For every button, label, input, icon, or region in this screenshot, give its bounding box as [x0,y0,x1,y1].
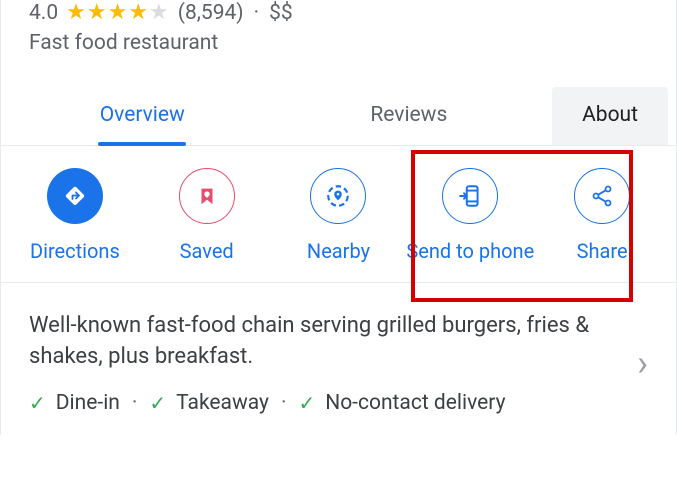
nearby-button[interactable]: Nearby [273,168,405,264]
description-text: Well-known fast-food chain serving grill… [29,311,617,373]
saved-icon [179,168,235,224]
reviews-count[interactable]: (8,594) [178,1,244,25]
directions-icon [47,168,103,224]
price-level: $$ [269,1,293,25]
tabs-bar: Overview Reviews About [1,87,676,146]
star-rating: ★★★★★ [66,0,170,25]
share-button[interactable]: Share [536,168,668,264]
directions-label: Directions [30,238,120,264]
option-delivery: No-contact delivery [325,391,505,415]
send-to-phone-button[interactable]: Send to phone [404,168,536,264]
tab-overview[interactable]: Overview [9,87,276,145]
actions-row: Directions Saved [1,146,676,283]
separator-dot: · [254,1,260,25]
send-to-phone-label: Send to phone [406,238,534,264]
check-icon: ✓ [149,391,166,415]
rating-row: 4.0 ★★★★★ (8,594) · $$ [29,0,648,25]
nearby-label: Nearby [307,238,370,264]
saved-button[interactable]: Saved [141,168,273,264]
rating-value: 4.0 [29,1,58,25]
saved-label: Saved [180,238,234,264]
option-dinein: Dine-in [56,391,120,415]
directions-button[interactable]: Directions [9,168,141,264]
option-takeaway: Takeaway [176,391,269,415]
separator-dot: · [132,391,138,415]
chevron-right-icon[interactable]: › [629,342,656,384]
check-icon: ✓ [298,391,315,415]
business-category: Fast food restaurant [29,31,648,55]
check-icon: ✓ [29,391,46,415]
send-to-phone-icon [442,168,498,224]
tab-reviews[interactable]: Reviews [276,87,543,145]
share-icon [574,168,630,224]
separator-dot: · [281,391,287,415]
tab-about[interactable]: About [552,87,668,145]
service-options: ✓ Dine-in · ✓ Takeaway · ✓ No-contact de… [29,391,617,415]
description-section[interactable]: Well-known fast-food chain serving grill… [1,283,676,435]
share-label: Share [577,238,628,264]
nearby-icon [310,168,366,224]
